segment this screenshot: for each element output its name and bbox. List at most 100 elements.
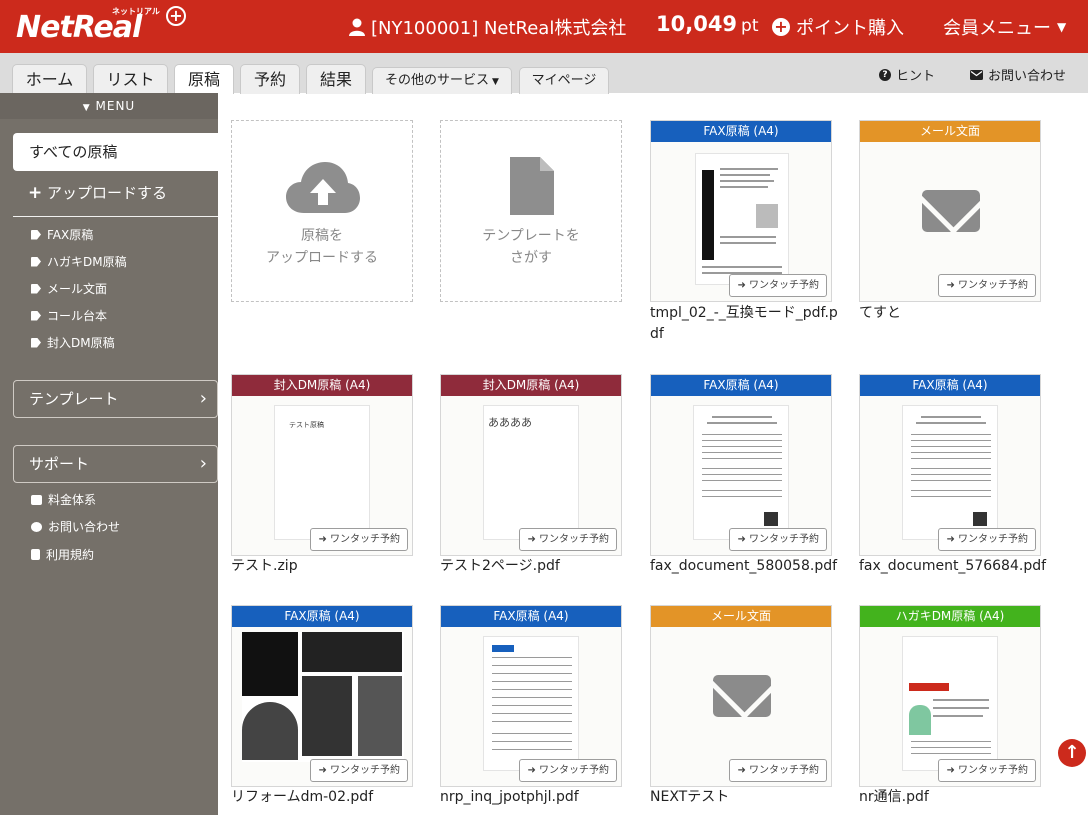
sidebar-tag-mail[interactable]: メール文面	[31, 280, 107, 297]
card-file-name[interactable]: テスト.zip	[231, 556, 421, 577]
manuscript-card[interactable]: ハガキDM原稿 (A4) ➜ ワンタッチ予約	[859, 605, 1041, 787]
card-file-name[interactable]: nr通信.pdf	[859, 787, 1049, 808]
sidebar-tag-call[interactable]: コール台本	[31, 307, 107, 324]
card-type-label: メール文面	[651, 606, 831, 627]
quick-reserve-button[interactable]: ➜ ワンタッチ予約	[310, 528, 408, 551]
question-icon: ?	[879, 68, 891, 81]
sidebar-template[interactable]: テンプレート ›	[13, 380, 218, 418]
quick-reserve-button[interactable]: ➜ ワンタッチ予約	[938, 528, 1036, 551]
caret-down-icon: ▼	[492, 77, 499, 87]
quick-reserve-button[interactable]: ➜ ワンタッチ予約	[938, 274, 1036, 297]
arrow-up-icon: ↑	[1064, 742, 1080, 763]
account-name[interactable]: [NY100001] NetReal株式会社	[349, 14, 626, 40]
sidebar-divider	[13, 216, 218, 217]
card-type-label: 封入DM原稿 (A4)	[441, 375, 621, 396]
quick-reserve-button[interactable]: ➜ ワンタッチ予約	[729, 274, 827, 297]
sidebar-upload-button[interactable]: + アップロードする	[28, 182, 167, 203]
card-file-name[interactable]: てすと	[859, 303, 1049, 324]
quick-reserve-button[interactable]: ➜ ワンタッチ予約	[310, 759, 408, 782]
arrow-right-icon: ➜	[946, 765, 958, 776]
card-type-label: FAX原稿 (A4)	[232, 606, 412, 627]
card-file-name[interactable]: fax_document_576684.pdf	[859, 556, 1049, 577]
sidebar-tag-enclosed-dm[interactable]: 封入DM原稿	[31, 334, 115, 351]
document-thumbnail: ああああ	[483, 405, 579, 540]
tab-manuscripts[interactable]: 原稿	[174, 64, 234, 94]
tag-icon	[31, 256, 41, 267]
quick-reserve-label: ワンタッチ予約	[958, 765, 1028, 776]
sidebar-item-all-docs[interactable]: すべての原稿	[13, 133, 218, 171]
contact-link[interactable]: お問い合わせ	[970, 65, 1066, 84]
card-type-label: FAX原稿 (A4)	[860, 375, 1040, 396]
member-menu-dropdown[interactable]: 会員メニュー ▼	[943, 14, 1066, 40]
arrow-right-icon: ➜	[318, 534, 330, 545]
sidebar-terms-link[interactable]: 利用規約	[31, 546, 94, 563]
quick-reserve-button[interactable]: ➜ ワンタッチ予約	[519, 528, 617, 551]
sidebar-support[interactable]: サポート ›	[13, 445, 218, 483]
manuscript-card[interactable]: 封入DM原稿 (A4) ああああ ➜ ワンタッチ予約	[440, 374, 622, 556]
tab-mypage[interactable]: マイページ	[519, 67, 609, 94]
document-thumbnail	[693, 405, 789, 540]
card-file-name[interactable]: fax_document_580058.pdf	[650, 556, 840, 577]
quick-reserve-label: ワンタッチ予約	[330, 534, 400, 545]
arrow-right-icon: ➜	[318, 765, 330, 776]
support-label: サポート	[29, 455, 90, 473]
document-thumbnail	[483, 636, 579, 771]
upload-card[interactable]: 原稿を アップロードする	[231, 120, 413, 302]
qr-code	[973, 512, 987, 526]
tag-label: FAX原稿	[47, 228, 94, 242]
tab-results[interactable]: 結果	[306, 64, 366, 94]
buy-points-button[interactable]: + ポイント購入	[772, 14, 904, 40]
tab-home[interactable]: ホーム	[12, 64, 87, 94]
quick-reserve-button[interactable]: ➜ ワンタッチ予約	[729, 759, 827, 782]
quick-reserve-button[interactable]: ➜ ワンタッチ予約	[938, 759, 1036, 782]
template-search-card[interactable]: テンプレートを さがす	[440, 120, 622, 302]
card-file-name[interactable]: NEXTテスト	[650, 787, 840, 808]
netreal-logo[interactable]: NetReal ネットリアル +	[16, 6, 191, 46]
card-file-name[interactable]: テスト2ページ.pdf	[440, 556, 630, 577]
manuscript-card[interactable]: メール文面 ➜ ワンタッチ予約	[859, 120, 1041, 302]
sidebar-pricing-link[interactable]: 料金体系	[31, 491, 96, 508]
plus-circle-icon: +	[772, 18, 790, 36]
card-file-name[interactable]: tmpl_02_-_互換モード_pdf.pdf	[650, 303, 840, 345]
card-file-name[interactable]: リフォームdm-02.pdf	[231, 787, 421, 808]
app-header: NetReal ネットリアル + [NY100001] NetReal株式会社 …	[0, 0, 1088, 53]
manuscript-card[interactable]: FAX原稿 (A4) ➜ ワンタッチ予約	[231, 605, 413, 787]
quick-reserve-label: ワンタッチ予約	[749, 765, 819, 776]
chevron-down-icon: ▼	[82, 103, 91, 113]
logo-subtext: ネットリアル	[112, 7, 160, 16]
sidebar-contact-link[interactable]: お問い合わせ	[31, 518, 120, 535]
tab-list[interactable]: リスト	[93, 64, 168, 94]
quick-reserve-label: ワンタッチ予約	[330, 765, 400, 776]
menu-toggle[interactable]: ▼ MENU	[0, 93, 218, 119]
thumb-bar	[702, 170, 714, 260]
manuscript-card[interactable]: 封入DM原稿 (A4) テスト原稿 ➜ ワンタッチ予約	[231, 374, 413, 556]
manuscript-card[interactable]: FAX原稿 (A4) ➜ ワンタッチ予約	[859, 374, 1041, 556]
manuscript-card[interactable]: FAX原稿 (A4) ➜ ワンタッチ予約	[650, 120, 832, 302]
hint-link[interactable]: ? ヒント	[879, 65, 935, 84]
template-text-line2: さがす	[510, 250, 552, 266]
manuscript-card[interactable]: FAX原稿 (A4) ➜ ワンタッチ予約	[650, 374, 832, 556]
manuscript-card[interactable]: メール文面 ➜ ワンタッチ予約	[650, 605, 832, 787]
card-file-name[interactable]: nrp_inq_jpotphjl.pdf	[440, 787, 630, 808]
chevron-right-icon: ›	[199, 453, 207, 474]
document-thumbnail: テスト原稿	[274, 405, 370, 540]
points-value: 10,049	[656, 12, 738, 36]
sidebar-tag-fax[interactable]: FAX原稿	[31, 226, 93, 243]
sidebar-tag-hagaki[interactable]: ハガキDM原稿	[31, 253, 127, 270]
tab-other-services[interactable]: その他のサービス ▼	[372, 67, 512, 94]
template-label: テンプレート	[29, 390, 119, 408]
tab-reservations[interactable]: 予約	[240, 64, 300, 94]
scroll-to-top-button[interactable]: ↑	[1058, 739, 1086, 767]
arrow-right-icon: ➜	[737, 765, 749, 776]
quick-reserve-label: ワンタッチ予約	[749, 534, 819, 545]
card-type-label: 封入DM原稿 (A4)	[232, 375, 412, 396]
terms-label: 利用規約	[46, 548, 95, 562]
caret-down-icon: ▼	[1057, 20, 1067, 34]
manuscript-card[interactable]: FAX原稿 (A4) ➜ ワンタッチ予約	[440, 605, 622, 787]
upload-text-line2: アップロードする	[266, 250, 378, 266]
buy-points-label: ポイント購入	[796, 18, 904, 39]
quick-reserve-button[interactable]: ➜ ワンタッチ予約	[729, 528, 827, 551]
pricing-label: 料金体系	[48, 493, 97, 507]
account-label: [NY100001] NetReal株式会社	[371, 18, 627, 39]
quick-reserve-button[interactable]: ➜ ワンタッチ予約	[519, 759, 617, 782]
